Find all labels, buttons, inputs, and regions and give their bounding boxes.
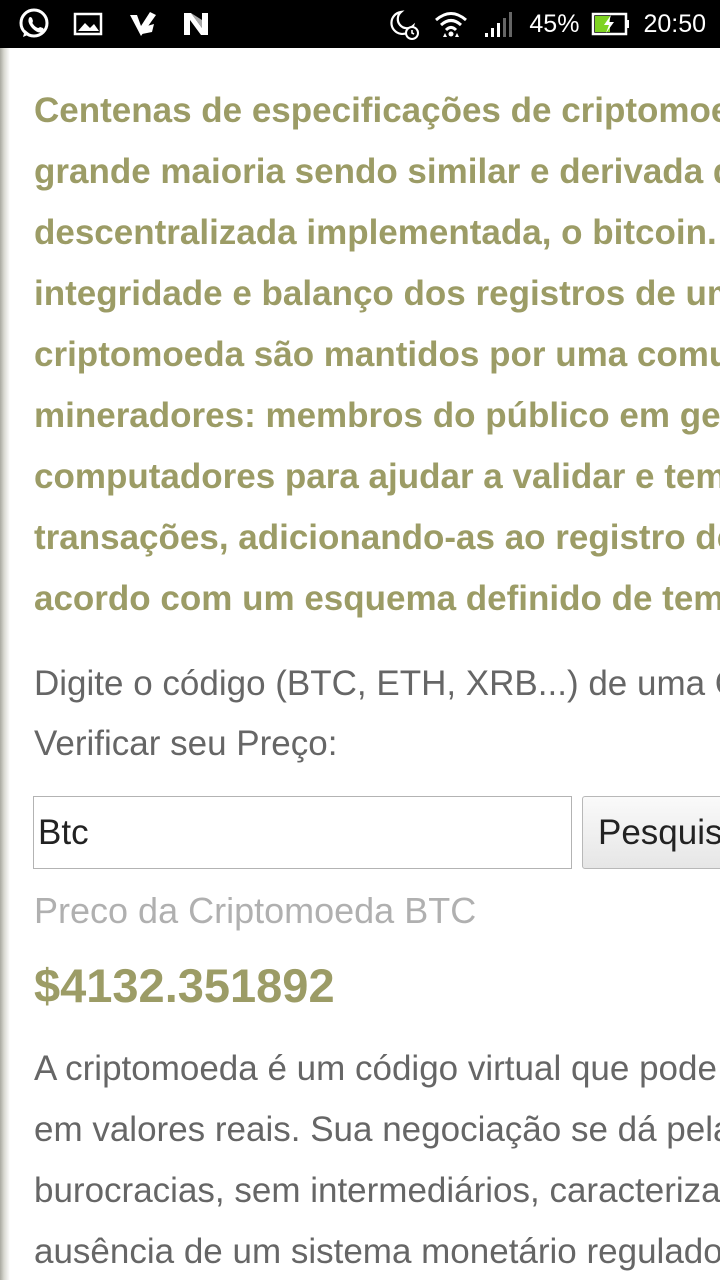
description-line: ausência de um sistema monetário regulad… bbox=[34, 1232, 720, 1271]
intro-line: transações, adicionando-as ao registro d… bbox=[34, 518, 720, 557]
signal-icon bbox=[481, 6, 517, 42]
crypto-code-input[interactable] bbox=[33, 796, 572, 869]
battery-percent: 45% bbox=[529, 10, 580, 38]
browser-content[interactable]: Centenas de especificações de criptomoed… bbox=[0, 48, 720, 1280]
intro-line: grande maioria sendo similar e derivada … bbox=[34, 152, 720, 191]
intro-line: computadores para ajudar a validar e tem… bbox=[34, 457, 720, 496]
n-app-icon bbox=[178, 6, 214, 42]
wifi-icon bbox=[433, 6, 469, 42]
status-bar: 45% 20:50 bbox=[0, 0, 720, 48]
description-line: burocracias, sem intermediários, caracte… bbox=[34, 1171, 720, 1210]
prompt-line: Digite o código (BTC, ETH, XRB...) de um… bbox=[34, 664, 720, 703]
price-value: $4132.351892 bbox=[34, 959, 335, 1012]
checkmark-app-icon bbox=[124, 6, 160, 42]
system-icons: 45% 20:50 bbox=[385, 6, 706, 42]
price-label: Preco da Criptomoeda BTC bbox=[34, 890, 477, 931]
description-line: em valores reais. Sua negociação se dá p… bbox=[34, 1110, 720, 1149]
left-edge-shadow bbox=[0, 48, 10, 1280]
intro-line: integridade e balanço dos registros de u… bbox=[34, 274, 720, 313]
intro-line: criptomoeda são mantidos por uma comunid… bbox=[34, 335, 720, 374]
intro-line: acordo com um esquema definido de tempor… bbox=[34, 579, 720, 618]
gallery-icon bbox=[70, 6, 106, 42]
description-paragraph: A criptomoeda é um código virtual que po… bbox=[34, 1038, 720, 1280]
search-prompt: Digite o código (BTC, ETH, XRB...) de um… bbox=[34, 654, 720, 774]
intro-line: descentralizada implementada, o bitcoin.… bbox=[34, 213, 720, 252]
prompt-line: Verificar seu Preço: bbox=[34, 724, 338, 763]
notification-icons bbox=[16, 6, 214, 42]
search-button[interactable]: Pesquisar bbox=[582, 796, 720, 869]
clock: 20:50 bbox=[643, 10, 706, 38]
battery-charging-icon bbox=[591, 6, 631, 42]
night-alarm-icon bbox=[385, 6, 421, 42]
intro-paragraph: Centenas de especificações de criptomoed… bbox=[34, 80, 720, 629]
whatsapp-icon bbox=[16, 6, 52, 42]
intro-line: Centenas de especificações de criptomoed… bbox=[34, 91, 720, 130]
intro-line: mineradores: membros do público em geral… bbox=[34, 396, 720, 435]
description-line: A criptomoeda é um código virtual que po… bbox=[34, 1049, 720, 1088]
